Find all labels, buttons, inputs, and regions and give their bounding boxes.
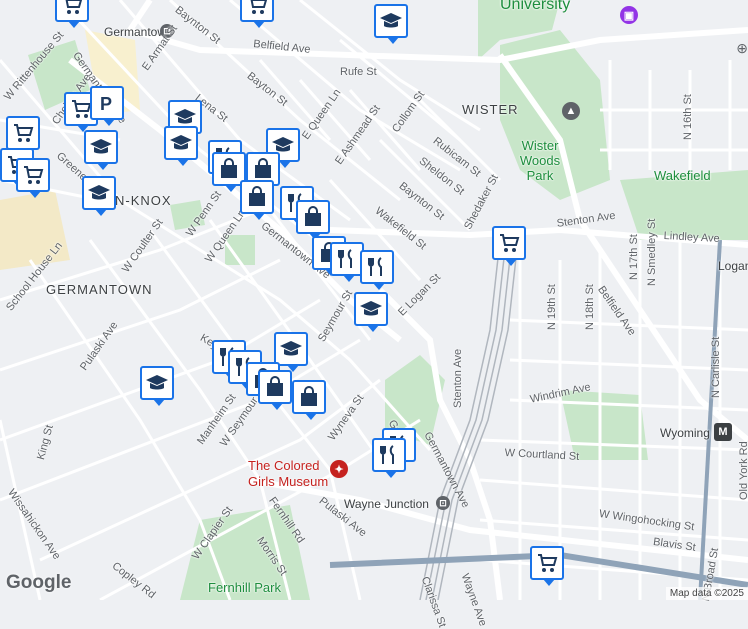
parking-icon: P	[100, 94, 112, 114]
station-label-wayne-junction[interactable]: Wayne Junction	[344, 497, 429, 511]
grocery-marker[interactable]	[530, 546, 564, 586]
university-place-icon[interactable]: ▣	[620, 6, 638, 24]
park-label-university[interactable]: University	[500, 0, 570, 14]
restaurant-icon	[368, 257, 382, 276]
street-label: N 18th St	[584, 284, 596, 330]
street-label: Stenton Ave	[452, 348, 464, 408]
school-marker[interactable]	[84, 130, 118, 170]
svg-text:P: P	[100, 94, 112, 114]
school-icon	[146, 375, 168, 390]
grocery-marker[interactable]	[240, 0, 274, 28]
street-label: Rufe St	[340, 66, 377, 78]
school-icon	[90, 139, 112, 154]
school-marker[interactable]	[82, 176, 116, 216]
area-label-knox: N-KNOX	[115, 193, 172, 208]
park-label-wakefield[interactable]: Wakefield	[654, 168, 711, 183]
grocery-cart-icon	[538, 554, 558, 572]
restaurant-icon	[338, 249, 352, 268]
compass-icon[interactable]: ⊕	[736, 40, 748, 57]
shopping-bag-icon	[249, 186, 265, 206]
metro-icon[interactable]: M	[714, 423, 732, 441]
restaurant-icon	[380, 445, 394, 464]
grocery-marker[interactable]	[55, 0, 89, 28]
school-place-icon[interactable]: ▲	[562, 102, 580, 120]
parking-marker[interactable]: P	[90, 86, 124, 126]
map-attribution[interactable]: Map data ©2025	[665, 587, 748, 600]
grocery-cart-icon	[65, 0, 83, 14]
grocery-cart-icon	[500, 234, 520, 252]
shopping-bag-icon	[267, 376, 283, 396]
shopping-bag-icon	[301, 386, 317, 406]
grocery-cart-icon	[250, 0, 268, 14]
grocery-cart-icon	[24, 166, 44, 184]
shopping-marker[interactable]	[258, 370, 292, 410]
street-label: N Carlisle St	[710, 336, 722, 398]
school-marker[interactable]	[164, 126, 198, 166]
street-label: N 19th St	[546, 284, 558, 330]
shopping-bag-icon	[221, 158, 237, 178]
station-label-wyoming[interactable]: Wyoming	[660, 426, 710, 440]
google-logo[interactable]: Google	[6, 572, 71, 594]
street-label: N 17th St	[628, 234, 640, 280]
school-marker[interactable]	[140, 366, 174, 406]
grocery-cart-icon	[14, 124, 34, 142]
shopping-marker[interactable]	[292, 380, 326, 420]
school-icon	[360, 301, 382, 316]
grocery-marker[interactable]	[492, 226, 526, 266]
restaurant-marker[interactable]	[372, 438, 406, 478]
street-label: N 16th St	[682, 94, 694, 140]
area-label-wister: WISTER	[462, 102, 519, 117]
shopping-marker[interactable]	[240, 180, 274, 220]
train-station-icon[interactable]: ⊡	[436, 496, 450, 510]
museum-icon[interactable]: ✦	[330, 460, 348, 478]
school-marker[interactable]	[374, 4, 408, 44]
street-label: N Smedley St	[646, 218, 658, 286]
school-icon	[380, 13, 402, 28]
school-icon	[280, 341, 302, 356]
street-label: Old York Rd	[738, 441, 748, 500]
shopping-bag-icon	[305, 206, 321, 226]
shopping-marker[interactable]	[296, 200, 330, 240]
museum-label[interactable]: The Colored Girls Museum	[248, 458, 332, 490]
grocery-marker[interactable]	[16, 158, 50, 198]
station-label-logan[interactable]: Logan	[718, 259, 748, 273]
school-marker[interactable]	[354, 292, 388, 332]
school-icon	[170, 135, 192, 150]
school-icon	[88, 185, 110, 200]
area-label-germantown: GERMANTOWN	[46, 282, 153, 297]
restaurant-marker[interactable]	[330, 242, 364, 282]
shopping-bag-icon	[255, 158, 271, 178]
park-label-wister-woods[interactable]: Wister Woods Park	[510, 138, 570, 183]
restaurant-marker[interactable]	[360, 250, 394, 290]
school-marker[interactable]	[274, 332, 308, 372]
park-label-fernhill[interactable]: Fernhill Park	[208, 580, 281, 595]
grocery-marker[interactable]	[6, 116, 40, 156]
